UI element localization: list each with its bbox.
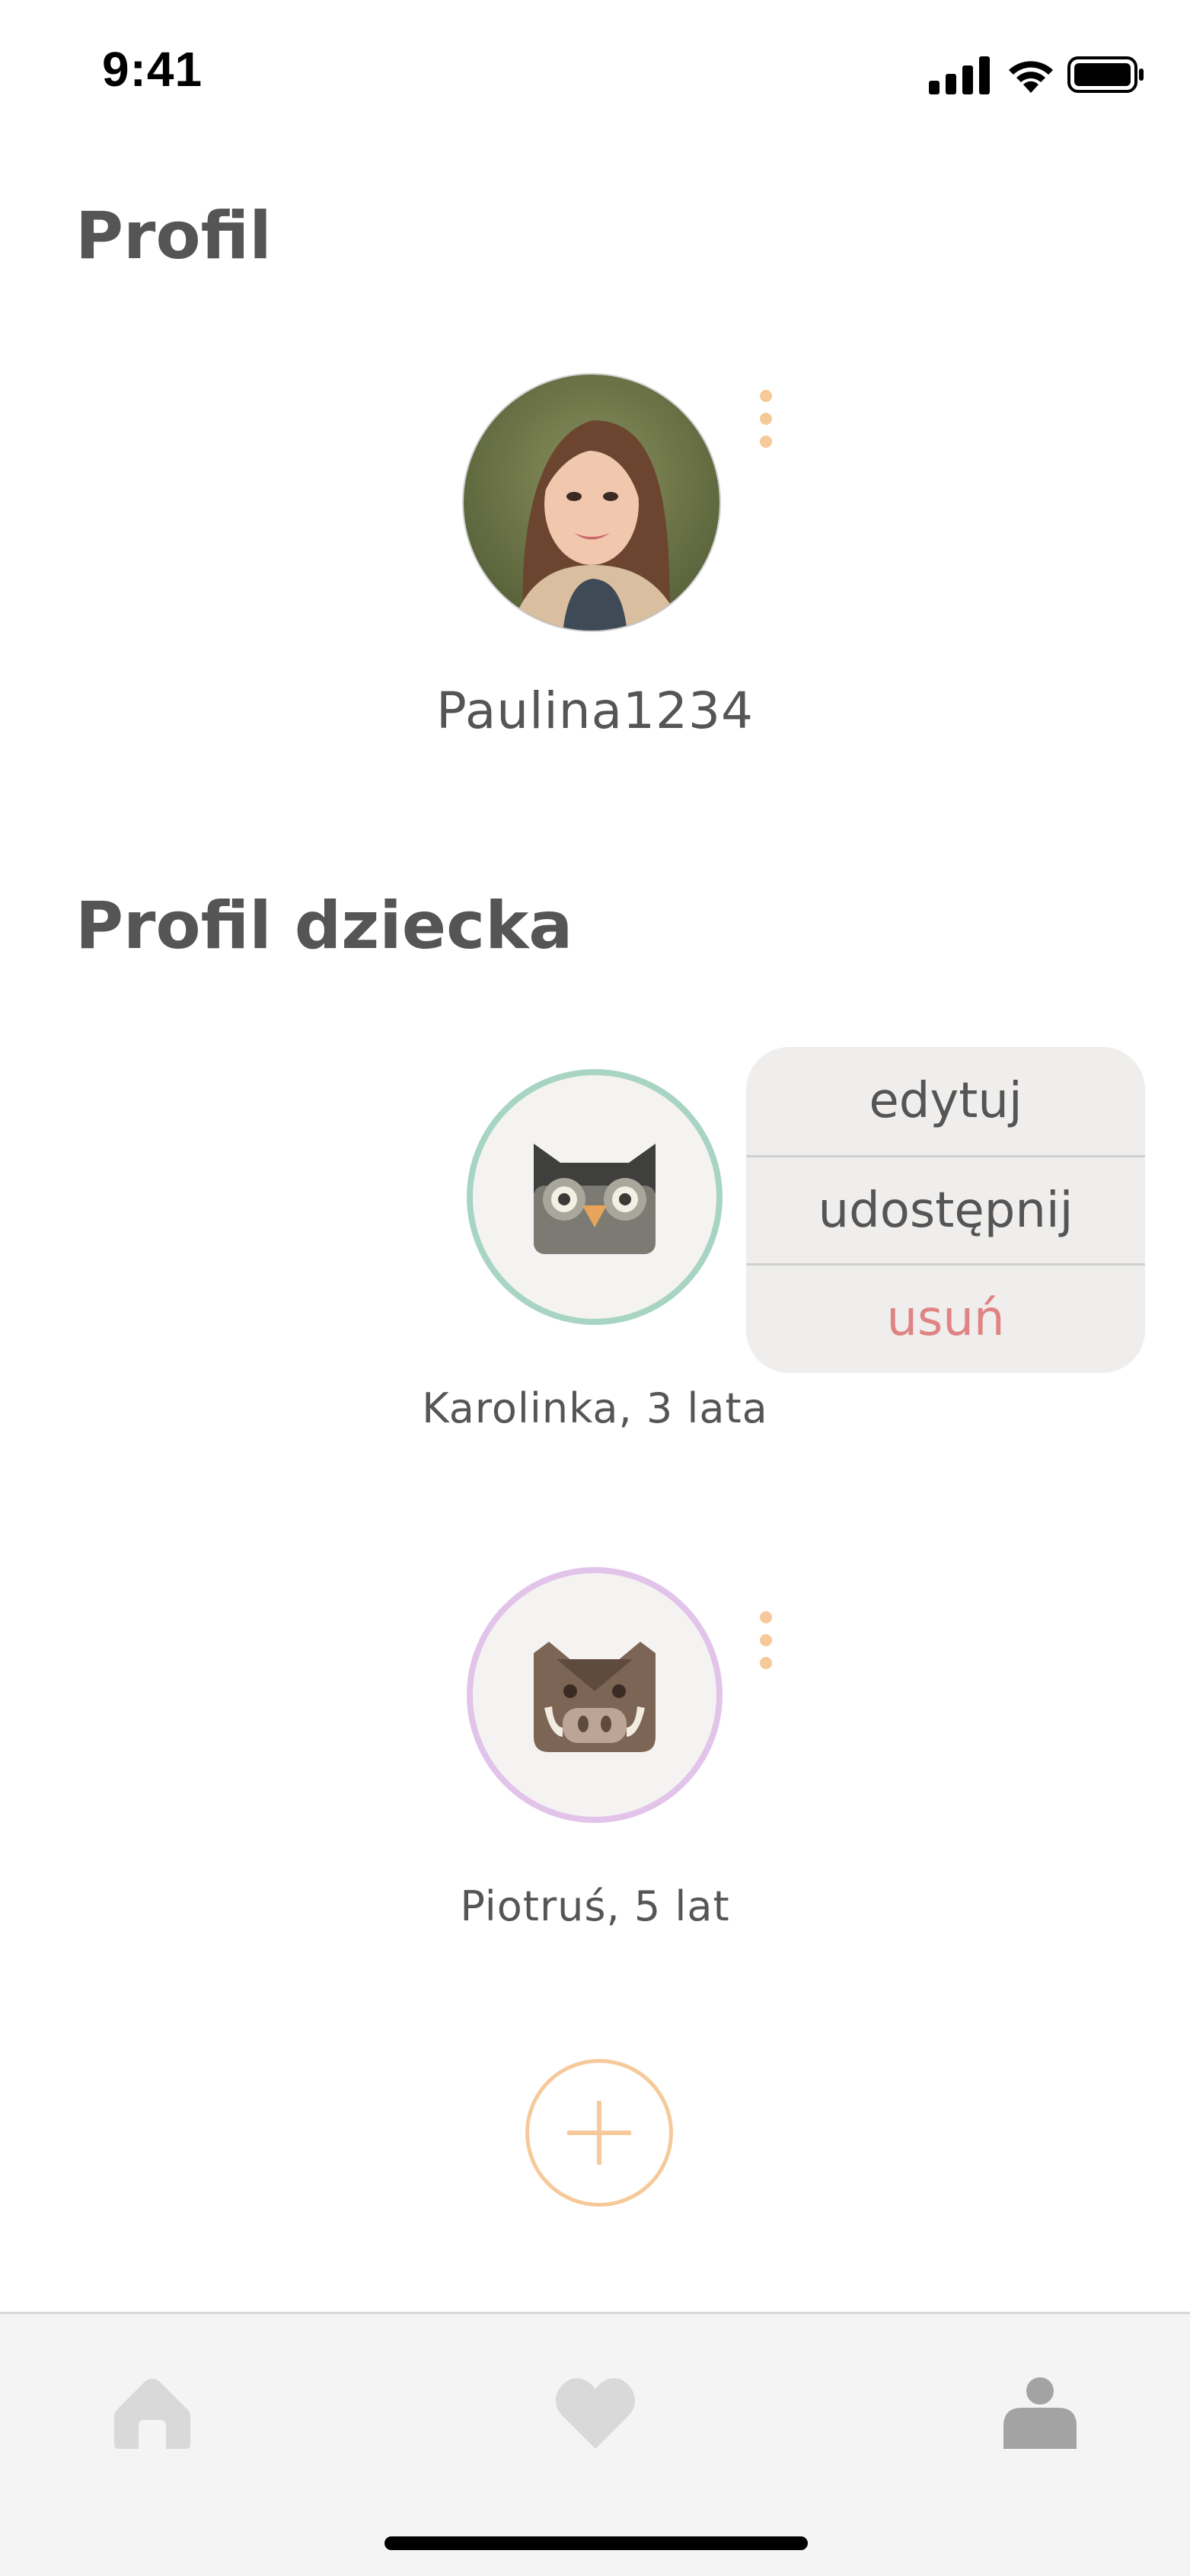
signal-icon [929,56,990,94]
person-icon [1003,2377,1077,2449]
tab-favorites[interactable] [556,2374,635,2450]
plus-icon [567,2101,631,2165]
delete-menu-item[interactable]: usuń [746,1263,1145,1371]
child-kebab-menu-icon[interactable] [758,1611,774,1669]
child-context-menu: edytuj udostępnij usuń [746,1047,1145,1373]
child-label-piotrus: Piotruś, 5 lat [460,1882,730,1930]
child-avatar-karolinka[interactable] [467,1069,723,1325]
profile-section-title: Profil [75,198,272,274]
tab-profile[interactable] [1003,2374,1077,2450]
wifi-icon [1009,61,1053,93]
home-icon [114,2379,190,2449]
children-section-title: Profil dziecka [75,888,573,964]
child-label-karolinka: Karolinka, 3 lata [422,1384,768,1432]
heart-icon [556,2378,635,2449]
home-indicator [384,2536,808,2550]
status-icons [929,53,1144,94]
child-avatar-piotrus[interactable] [467,1567,723,1823]
owl-icon [534,1144,656,1254]
add-child-button[interactable] [525,2059,673,2207]
username: Paulina1234 [435,682,755,740]
edit-menu-item[interactable]: edytuj [746,1047,1145,1155]
boar-icon [534,1642,656,1752]
status-time: 9:41 [102,42,203,97]
battery-icon [1067,56,1144,93]
share-menu-item[interactable]: udostępnij [746,1155,1145,1263]
profile-kebab-menu-icon[interactable] [758,390,774,448]
avatar[interactable] [462,373,721,632]
tab-home[interactable] [114,2374,190,2450]
